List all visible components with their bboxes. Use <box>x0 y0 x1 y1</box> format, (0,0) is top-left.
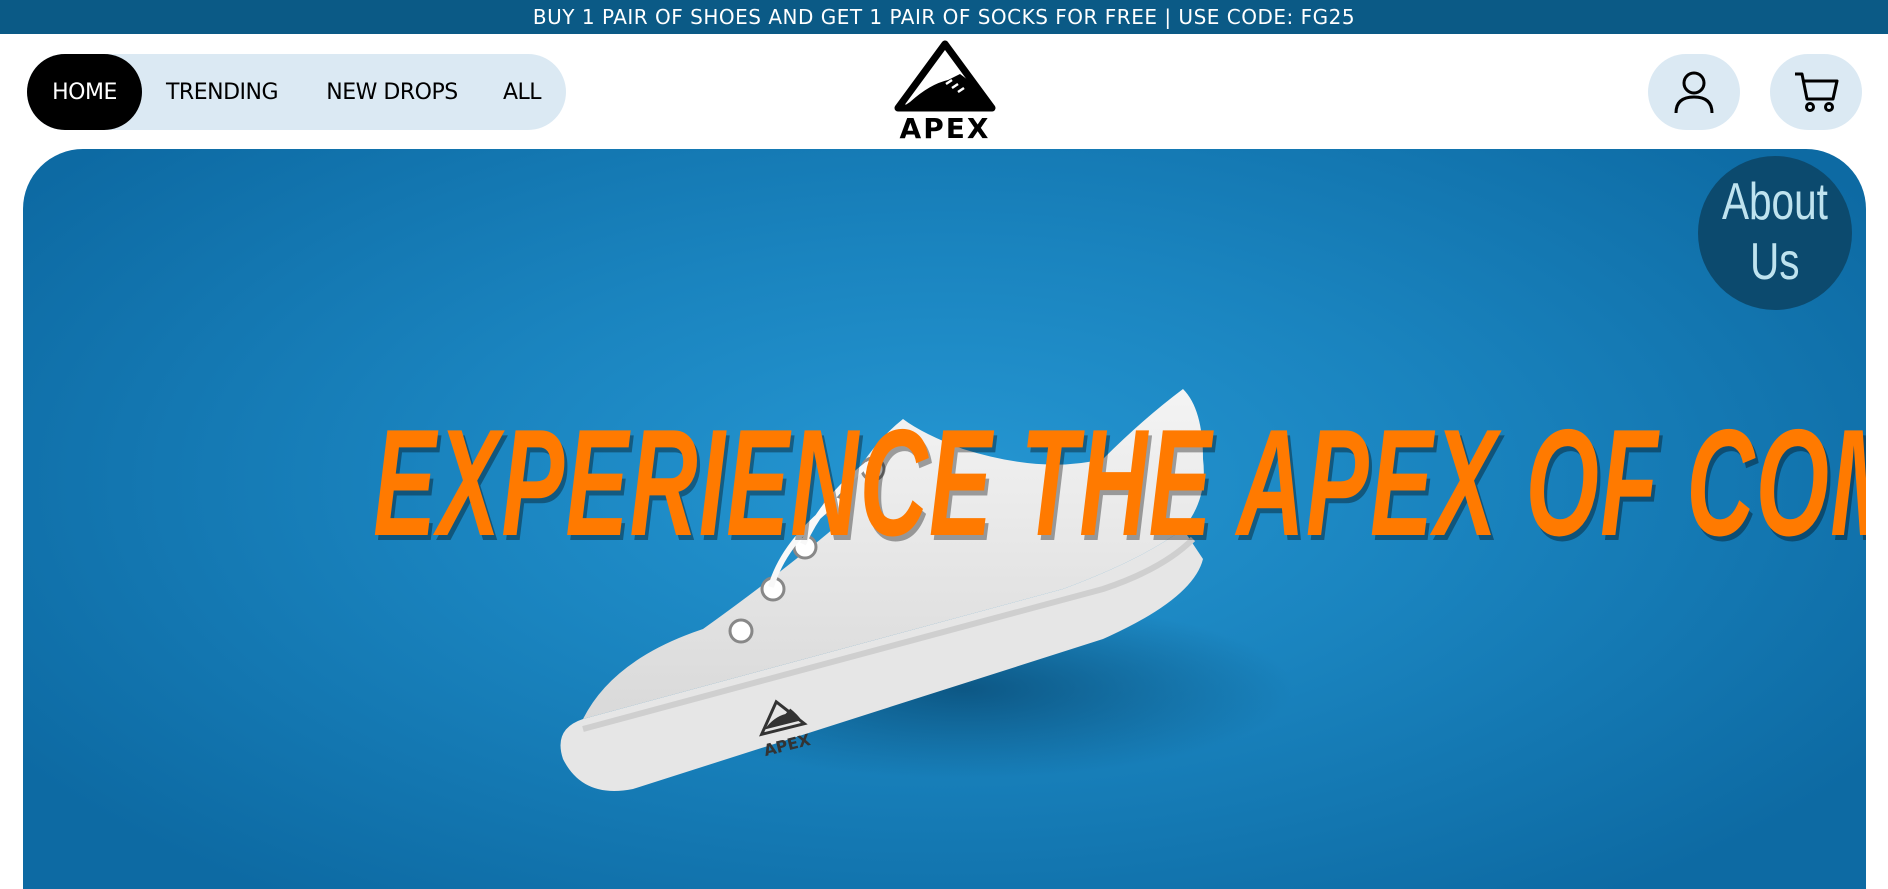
nav-item-new-drops[interactable]: NEW DROPS <box>302 54 482 130</box>
about-label-line2: Us <box>1750 233 1800 291</box>
nav-item-home[interactable]: HOME <box>27 54 142 130</box>
cart-button[interactable] <box>1770 54 1862 130</box>
main-nav: HOME TRENDING NEW DROPS ALL <box>27 54 566 130</box>
announcement-bar: BUY 1 PAIR OF SHOES AND GET 1 PAIR OF SO… <box>0 0 1888 34</box>
nav-item-all[interactable]: ALL <box>482 54 562 130</box>
sneaker-image: APEX <box>560 389 1293 791</box>
nav-item-trending[interactable]: TRENDING <box>142 54 302 130</box>
cart-icon <box>1795 72 1839 112</box>
hero-banner: APEX EXPERIENCE THE APEX OF COMFORT AND … <box>23 149 1866 889</box>
about-label-line1: About <box>1721 173 1828 232</box>
hero-headline: EXPERIENCE THE APEX OF COMFORT AND STYLE <box>373 398 1866 568</box>
about-us-button[interactable]: About Us <box>1698 156 1852 310</box>
brand-logo[interactable]: APEX <box>890 40 1000 146</box>
announcement-text: BUY 1 PAIR OF SHOES AND GET 1 PAIR OF SO… <box>532 5 1356 29</box>
user-icon <box>1674 71 1714 114</box>
apex-mountain-icon <box>894 40 996 112</box>
account-button[interactable] <box>1648 54 1740 130</box>
logo-text: APEX <box>899 112 991 145</box>
